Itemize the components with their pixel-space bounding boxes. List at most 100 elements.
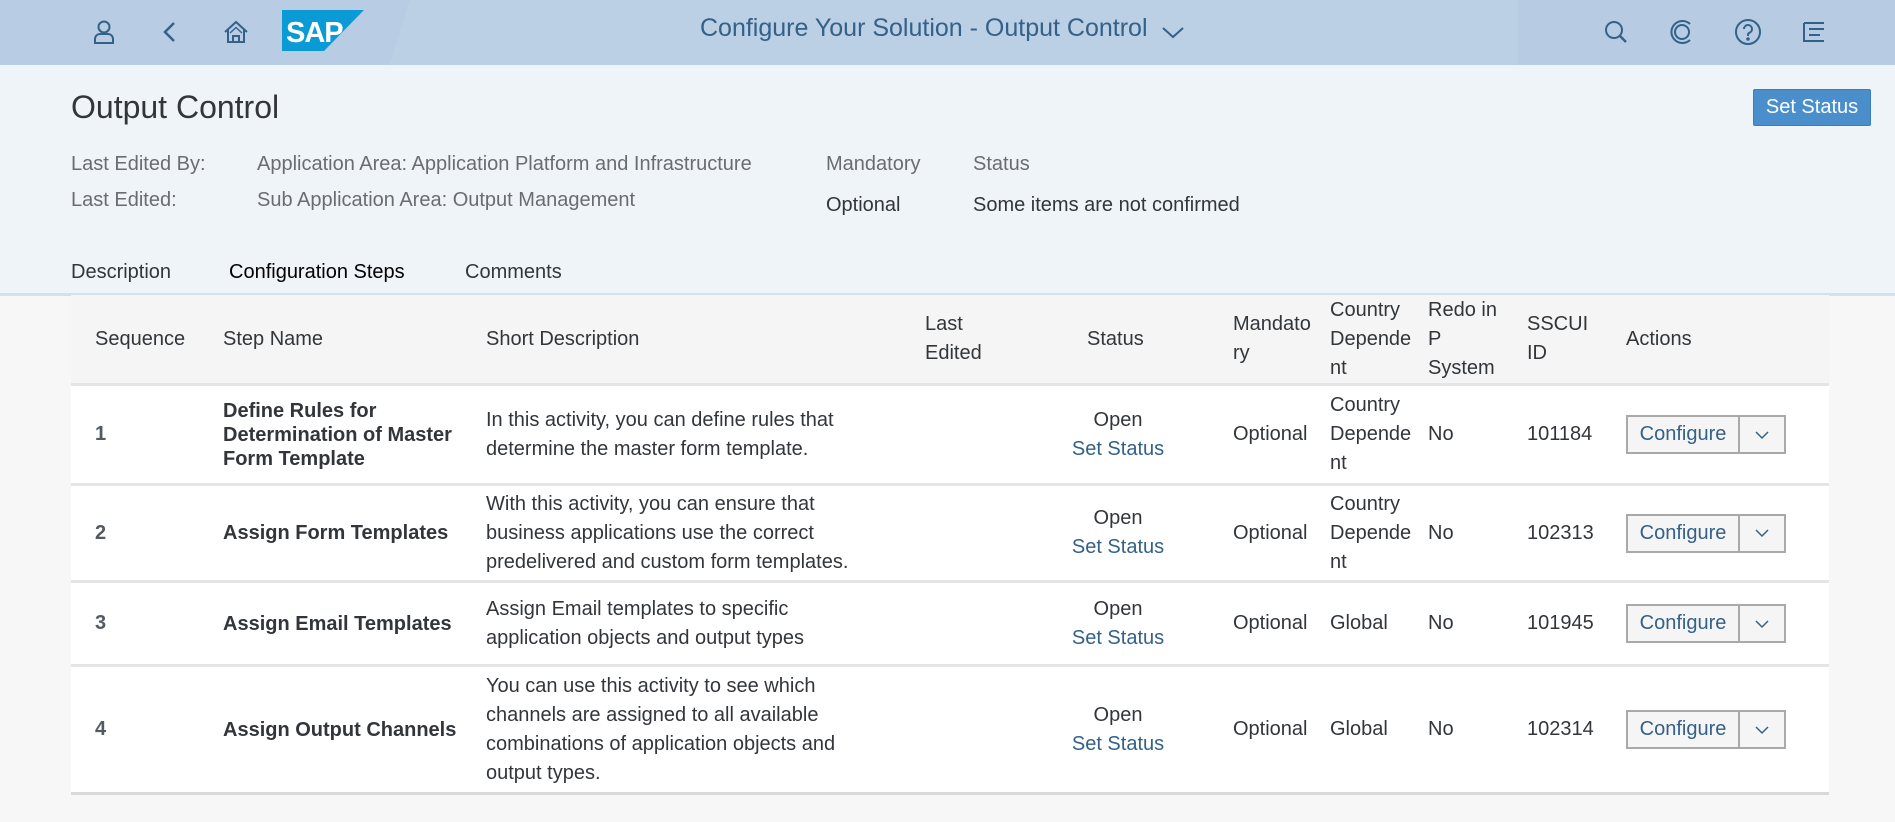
- table-row[interactable]: 3 Assign Email Templates Assign Email te…: [71, 583, 1829, 667]
- user-icon[interactable]: [86, 14, 122, 50]
- column-header-country-dependent: Country Dependent: [1330, 298, 1412, 379]
- tab-bar: Description Configuration Steps Comments: [0, 261, 1895, 297]
- column-header-short-description: Short Description: [486, 327, 640, 350]
- configure-button[interactable]: Configure: [1628, 515, 1740, 551]
- redo-in-p-system-cell: No: [1428, 612, 1454, 634]
- status-cell: Open Set Status: [1053, 486, 1183, 580]
- set-status-link[interactable]: Set Status: [1072, 730, 1164, 759]
- sscui-id-cell: 101184: [1527, 423, 1593, 445]
- country-dependent-cell: Country Dependent: [1330, 492, 1412, 573]
- object-header: Output Control Set Status Last Edited By…: [0, 65, 1895, 297]
- status-value: Some items are not confirmed: [973, 194, 1240, 216]
- country-dependent-cell: Global: [1330, 718, 1388, 740]
- configure-button[interactable]: Configure: [1628, 712, 1740, 747]
- table-body: 1 Define Rules for Determination of Mast…: [71, 386, 1829, 795]
- configuration-steps-table: Sequence Step Name Short Description Las…: [71, 295, 1829, 795]
- help-icon[interactable]: [1730, 14, 1766, 50]
- chevron-down-icon: [1161, 26, 1184, 38]
- configure-menu-button[interactable]: [1740, 417, 1784, 452]
- chevron-down-icon: [1755, 430, 1769, 439]
- tab-configuration-steps[interactable]: Configuration Steps: [229, 261, 405, 297]
- status-value: Open: [1093, 703, 1143, 726]
- country-dependent-cell: Global: [1330, 612, 1388, 634]
- last-edited-label: Last Edited:: [71, 189, 177, 211]
- tab-comments[interactable]: Comments: [465, 261, 562, 295]
- short-description-cell: In this activity, you can define rules t…: [486, 408, 834, 460]
- step-name-cell: Assign Output Channels: [223, 718, 457, 741]
- redo-in-p-system-cell: No: [1428, 521, 1454, 544]
- table-row[interactable]: 2 Assign Form Templates With this activi…: [71, 486, 1829, 583]
- column-header-redo-in-p-system: Redo in P System: [1428, 298, 1497, 379]
- mandatory-cell: Optional: [1233, 423, 1308, 445]
- configure-menu-button[interactable]: [1740, 712, 1784, 747]
- set-status-link[interactable]: Set Status: [1072, 533, 1164, 562]
- svg-text:SAP: SAP: [286, 17, 343, 49]
- set-status-link[interactable]: Set Status: [1072, 435, 1164, 464]
- copilot-icon[interactable]: [1664, 14, 1700, 50]
- configure-button[interactable]: Configure: [1628, 417, 1740, 452]
- tab-label: Configuration Steps: [229, 261, 405, 283]
- chevron-down-icon: [1755, 725, 1769, 734]
- sscui-id-cell: 102314: [1527, 718, 1594, 740]
- status-value: Open: [1093, 408, 1143, 431]
- tab-label: Comments: [465, 261, 562, 283]
- sap-logo[interactable]: SAP: [282, 10, 364, 51]
- status-cell: Open Set Status: [1053, 667, 1183, 792]
- tab-description[interactable]: Description: [71, 261, 171, 295]
- last-edited-by-label: Last Edited By:: [71, 153, 206, 175]
- short-description-cell: With this activity, you can ensure that …: [486, 492, 849, 573]
- application-area: Application Area: Application Platform a…: [257, 153, 752, 175]
- notifications-icon[interactable]: [1796, 14, 1832, 50]
- app-title: Configure Your Solution - Output Control: [700, 14, 1148, 42]
- configure-split-button[interactable]: Configure: [1626, 415, 1786, 454]
- set-status-link[interactable]: Set Status: [1072, 624, 1164, 653]
- country-dependent-cell: Country Dependent: [1330, 394, 1412, 474]
- status-cell: Open Set Status: [1053, 583, 1183, 664]
- sscui-id-cell: 102313: [1527, 521, 1594, 544]
- table-row[interactable]: 1 Define Rules for Determination of Mast…: [71, 386, 1829, 486]
- mandatory-cell: Optional: [1233, 612, 1308, 634]
- sequence-cell: 4: [95, 718, 107, 740]
- sscui-id-cell: 101945: [1527, 612, 1594, 634]
- shell-bar: SAP Configure Your Solution - Output Con…: [0, 0, 1895, 65]
- configure-split-button[interactable]: Configure: [1626, 513, 1786, 553]
- mandatory-cell: Optional: [1233, 718, 1308, 740]
- mandatory-label: Mandatory: [826, 153, 921, 175]
- mandatory-cell: Optional: [1233, 521, 1308, 544]
- step-name-cell: Define Rules for Determination of Master…: [223, 399, 452, 470]
- search-icon[interactable]: [1598, 14, 1634, 50]
- app-title-menu[interactable]: Configure Your Solution - Output Control: [700, 14, 1186, 43]
- short-description-cell: Assign Email templates to specific appli…: [486, 597, 804, 649]
- column-header-status: Status: [1087, 327, 1144, 350]
- set-status-button[interactable]: Set Status: [1753, 89, 1871, 126]
- configure-menu-button[interactable]: [1740, 606, 1784, 641]
- sub-application-area: Sub Application Area: Output Management: [257, 189, 636, 211]
- step-name-cell: Assign Email Templates: [223, 612, 452, 635]
- column-header-step-name: Step Name: [223, 327, 324, 350]
- home-icon[interactable]: [218, 14, 254, 50]
- configure-button[interactable]: Configure: [1628, 606, 1740, 641]
- table-row[interactable]: 4 Assign Output Channels You can use thi…: [71, 667, 1829, 795]
- sequence-cell: 2: [95, 521, 107, 544]
- column-header-sequence: Sequence: [95, 327, 186, 350]
- tab-label: Description: [71, 261, 172, 283]
- mandatory-value: Optional: [826, 194, 901, 216]
- column-header-mandatory: Mandatory: [1233, 313, 1311, 364]
- short-description-cell: You can use this activity to see which c…: [486, 674, 836, 784]
- chevron-down-icon: [1755, 529, 1769, 538]
- page-title: Output Control: [71, 89, 280, 125]
- column-header-last-edited: Last Edited: [925, 313, 982, 364]
- chevron-down-icon: [1755, 619, 1769, 628]
- status-value: Open: [1093, 597, 1143, 620]
- configure-split-button[interactable]: Configure: [1626, 710, 1786, 749]
- actions-cell: Configure: [1626, 386, 1786, 483]
- step-name-cell: Assign Form Templates: [223, 522, 449, 544]
- table-header: Sequence Step Name Short Description Las…: [71, 295, 1829, 386]
- column-header-sscui-id: SSCUI ID: [1527, 313, 1589, 364]
- back-icon[interactable]: [152, 14, 188, 50]
- redo-in-p-system-cell: No: [1428, 423, 1454, 445]
- actions-cell: Configure: [1626, 667, 1786, 792]
- configure-menu-button[interactable]: [1740, 516, 1784, 551]
- redo-in-p-system-cell: No: [1428, 718, 1454, 740]
- configure-split-button[interactable]: Configure: [1626, 604, 1786, 643]
